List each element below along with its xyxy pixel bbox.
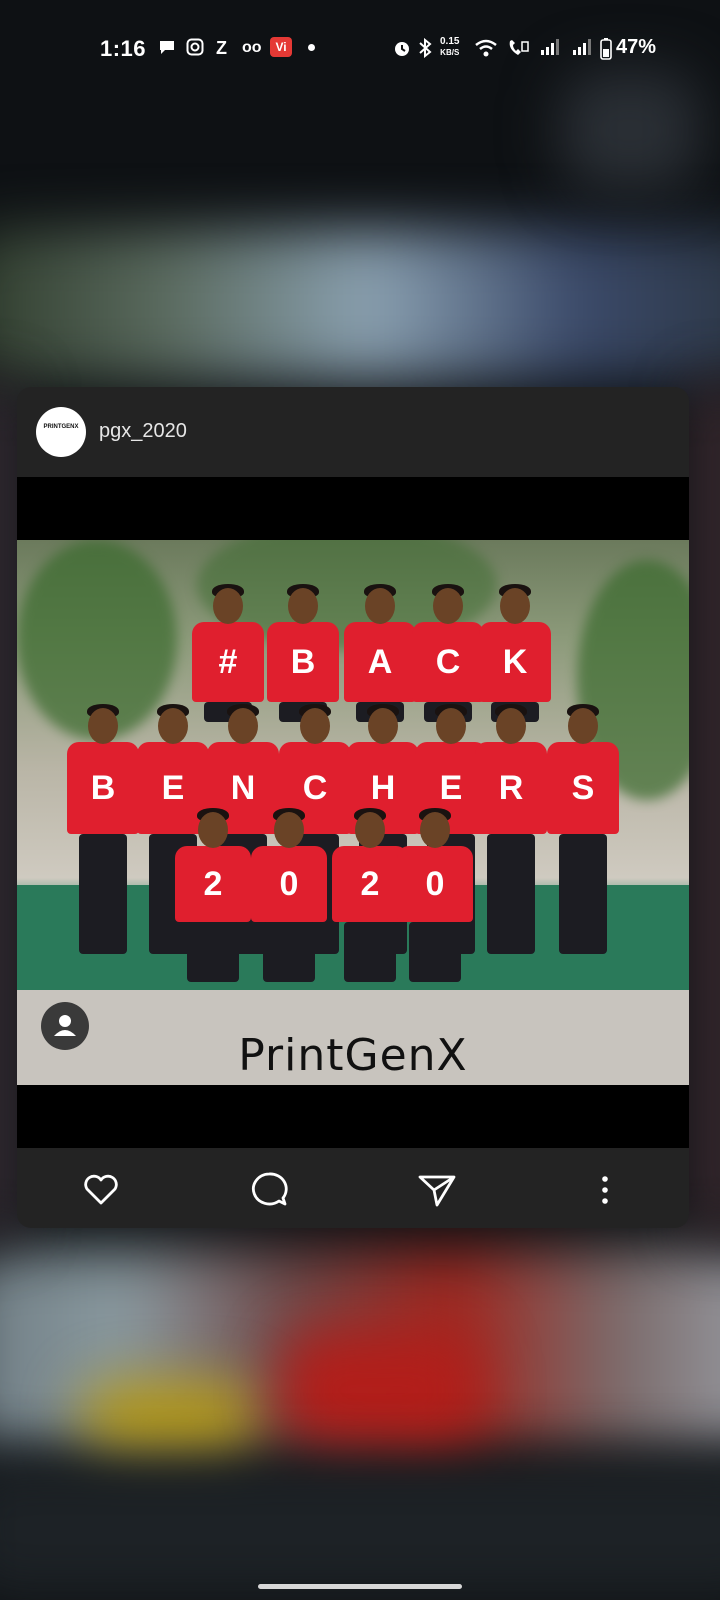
signal-sim1-icon (540, 38, 562, 60)
person-head (365, 588, 395, 624)
person-head (433, 588, 463, 624)
bluetooth-icon (418, 37, 432, 62)
person-head (368, 708, 398, 744)
person-head (496, 708, 526, 744)
person-head (355, 812, 385, 848)
z-app-icon: Z (216, 38, 227, 58)
shirt-letter: B (67, 742, 139, 834)
share-icon[interactable] (415, 1168, 459, 1212)
wifi-call-icon (506, 38, 530, 62)
person-head (274, 812, 304, 848)
person-head (198, 812, 228, 848)
instagram-icon (186, 38, 204, 60)
shirt-letter: 2 (175, 846, 251, 922)
post-header: PRINTGENX pgx_2020 (17, 387, 689, 477)
battery-icon (600, 38, 612, 64)
person-pants (79, 834, 127, 954)
person-pants (409, 922, 461, 982)
person-head (213, 588, 243, 624)
shirt-letter: A (344, 622, 416, 702)
shirt-letter: 0 (397, 846, 473, 922)
chat-bubble-icon (158, 38, 176, 60)
status-bar: 1:16 Z oo Vi 0.15 KB/S 47% (0, 0, 720, 96)
shirt-letter: 0 (251, 846, 327, 922)
post-media[interactable]: # B A C K B E N C H E R S 2 0 2 0 PrintGenX (17, 477, 689, 1148)
shirt-letter: E (137, 742, 209, 834)
shirt-letter: # (192, 622, 264, 702)
gesture-nav-bar[interactable] (258, 1584, 462, 1589)
avatar-logo-text: PRINTGENX (43, 424, 79, 430)
more-notifications-dot (308, 44, 315, 51)
person-pants (487, 834, 535, 954)
more-icon[interactable] (583, 1168, 627, 1212)
person-head (500, 588, 530, 624)
shirt-letter: K (479, 622, 551, 702)
person-pants (263, 922, 315, 982)
shirt-letter: R (475, 742, 547, 834)
battery-percent: 47% (616, 36, 657, 58)
comment-icon[interactable] (247, 1168, 291, 1212)
wifi-icon (474, 38, 498, 62)
tagged-users-button[interactable] (41, 1002, 89, 1050)
signal-sim2-icon (572, 38, 594, 60)
vi-app-icon: Vi (270, 37, 292, 57)
person-head (300, 708, 330, 744)
person-head (436, 708, 466, 744)
alarm-icon (392, 38, 412, 62)
shirt-letter: C (412, 622, 484, 702)
person-pants (344, 922, 396, 982)
person-pants (559, 834, 607, 954)
network-speed: 0.15 KB/S (440, 36, 460, 57)
person-head (568, 708, 598, 744)
person-head (420, 812, 450, 848)
glasses-icon: oo (242, 39, 262, 56)
person-head (158, 708, 188, 744)
avatar[interactable]: PRINTGENX (36, 407, 86, 457)
person-icon (54, 1015, 76, 1036)
person-pants (187, 922, 239, 982)
person-head (288, 588, 318, 624)
username[interactable]: pgx_2020 (99, 420, 187, 443)
like-icon[interactable] (79, 1168, 123, 1212)
post-card: PRINTGENX pgx_2020 # B A C K B E N C H E R S 2 0 2 0 Pri… (17, 387, 689, 1228)
shirt-letter: S (547, 742, 619, 834)
post-actions (17, 1148, 689, 1228)
clock: 1:16 (100, 36, 147, 61)
shirt-letter: B (267, 622, 339, 702)
watermark-brand: PrintGenX (238, 1030, 468, 1081)
post-photo: # B A C K B E N C H E R S 2 0 2 0 PrintGenX (17, 540, 689, 1085)
person-head (228, 708, 258, 744)
person-head (88, 708, 118, 744)
